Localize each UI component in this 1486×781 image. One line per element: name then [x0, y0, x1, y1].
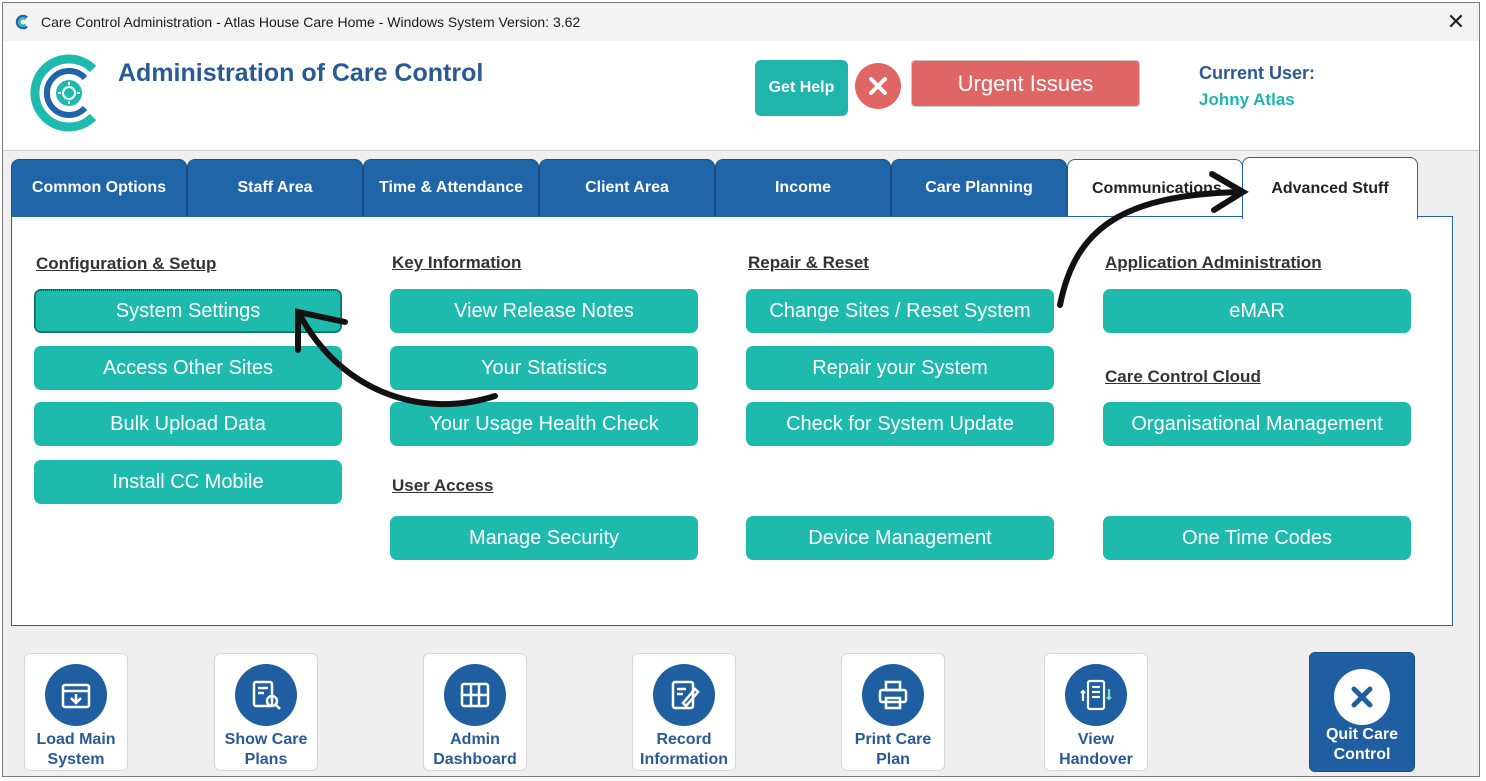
access-other-sites-button[interactable]: Access Other Sites — [34, 346, 342, 390]
tab-bar: Common Options Staff Area Time & Attenda… — [11, 157, 1451, 219]
quit-care-control-button[interactable]: Quit Care Control — [1309, 652, 1415, 772]
app-window: Care Control Administration - Atlas Hous… — [2, 2, 1480, 777]
urgent-issues-button[interactable]: Urgent Issues — [911, 60, 1140, 107]
printer-icon — [862, 664, 924, 726]
quit-label-2: Control — [1333, 746, 1391, 763]
tab-client-area[interactable]: Client Area — [539, 159, 715, 217]
tab-common-options[interactable]: Common Options — [11, 159, 187, 217]
load-main-system-button[interactable]: Load Main System — [24, 653, 128, 771]
organisational-management-button[interactable]: Organisational Management — [1103, 402, 1411, 446]
record-label-1: Record — [656, 731, 712, 748]
record-information-button[interactable]: Record Information — [632, 653, 736, 771]
get-help-button[interactable]: Get Help — [755, 60, 848, 116]
close-circle-icon — [1334, 669, 1390, 725]
section-care-control-cloud: Care Control Cloud — [1105, 367, 1261, 386]
handover-list-icon — [1065, 664, 1127, 726]
care-control-logo — [30, 54, 97, 132]
record-label-2: Information — [640, 751, 728, 768]
close-alert-icon[interactable] — [855, 63, 901, 109]
tab-care-planning[interactable]: Care Planning — [891, 159, 1067, 217]
admin-label-1: Admin — [450, 731, 500, 748]
quit-label-1: Quit Care — [1325, 726, 1398, 743]
tab-advanced-stuff[interactable]: Advanced Stuff — [1242, 157, 1418, 219]
print-label-2: Plan — [876, 751, 910, 768]
bulk-upload-data-button[interactable]: Bulk Upload Data — [34, 402, 342, 446]
view-handover-button[interactable]: View Handover — [1044, 653, 1148, 771]
title-bar: Care Control Administration - Atlas Hous… — [3, 3, 1479, 41]
repair-system-button[interactable]: Repair your System — [746, 346, 1054, 390]
show-care-plans-button[interactable]: Show Care Plans — [214, 653, 318, 771]
print-care-plan-button[interactable]: Print Care Plan — [841, 653, 945, 771]
handover-label-1: View — [1077, 731, 1115, 748]
load-main-label-2: System — [47, 751, 105, 768]
section-user-access: User Access — [392, 476, 494, 495]
show-care-label-1: Show Care — [224, 731, 308, 748]
section-configuration-setup: Configuration & Setup — [36, 254, 217, 273]
tab-staff-area[interactable]: Staff Area — [187, 159, 363, 217]
change-sites-reset-button[interactable]: Change Sites / Reset System — [746, 289, 1054, 333]
tab-time-attendance[interactable]: Time & Attendance — [363, 159, 539, 217]
emar-button[interactable]: eMAR — [1103, 289, 1411, 333]
search-document-icon — [235, 664, 297, 726]
admin-dashboard-button[interactable]: Admin Dashboard — [423, 653, 527, 771]
current-user-label: Current User: — [1199, 63, 1316, 83]
tab-communications[interactable]: Communications — [1067, 159, 1243, 217]
bottom-toolbar: Load Main System Show Care Plans Admin Dash… — [3, 643, 1479, 776]
section-repair-reset: Repair & Reset — [748, 253, 869, 272]
advanced-stuff-panel: Configuration & Setup System Settings Ac… — [11, 216, 1453, 626]
edit-document-icon — [653, 664, 715, 726]
your-statistics-button[interactable]: Your Statistics — [390, 346, 698, 390]
app-title: Administration of Care Control — [118, 59, 484, 87]
admin-label-2: Dashboard — [433, 751, 517, 768]
handover-label-2: Handover — [1059, 751, 1133, 768]
current-user-name: Johny Atlas — [1199, 90, 1295, 109]
tab-income[interactable]: Income — [715, 159, 891, 217]
show-care-label-2: Plans — [244, 751, 288, 768]
device-management-button[interactable]: Device Management — [746, 516, 1054, 560]
check-system-update-button[interactable]: Check for System Update — [746, 402, 1054, 446]
window-title: Care Control Administration - Atlas Hous… — [41, 14, 581, 30]
manage-security-button[interactable]: Manage Security — [390, 516, 698, 560]
app-header: Administration of Care Control Get Help … — [3, 41, 1479, 151]
dashboard-grid-icon — [444, 664, 506, 726]
one-time-codes-button[interactable]: One Time Codes — [1103, 516, 1411, 560]
view-release-notes-button[interactable]: View Release Notes — [390, 289, 698, 333]
print-label-1: Print Care — [854, 731, 932, 748]
section-key-information: Key Information — [392, 253, 522, 272]
system-settings-button[interactable]: System Settings — [34, 289, 342, 333]
window-close-button[interactable]: ✕ — [1441, 7, 1471, 37]
load-main-label-1: Load Main — [36, 731, 116, 748]
care-control-app-icon — [15, 14, 28, 30]
download-box-icon — [45, 664, 107, 726]
section-application-administration: Application Administration — [1105, 253, 1322, 272]
install-cc-mobile-button[interactable]: Install CC Mobile — [34, 460, 342, 504]
usage-health-check-button[interactable]: Your Usage Health Check — [390, 402, 698, 446]
